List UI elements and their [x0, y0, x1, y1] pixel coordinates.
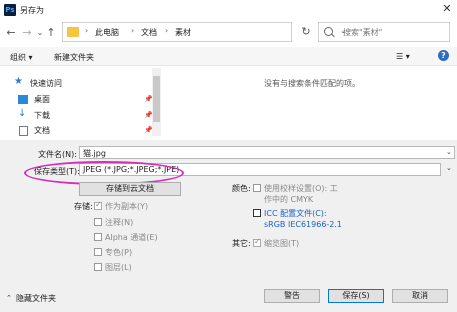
- breadcrumb-materials[interactable]: 素材: [175, 27, 191, 38]
- thumbnail-checkbox[interactable]: [253, 237, 261, 247]
- desktop-icon: [18, 95, 28, 104]
- breadcrumb-documents[interactable]: 文档: [141, 27, 157, 38]
- proof-setup-label: 使用校样设置(O): 工: [264, 184, 338, 193]
- organize-menu[interactable]: 组织 ▾: [10, 52, 33, 63]
- download-icon: ↓: [18, 108, 27, 119]
- search-placeholder: 搜索"素材": [343, 28, 383, 37]
- search-box[interactable]: 搜索"素材": [318, 22, 450, 42]
- icc-profile-checkbox[interactable]: [253, 209, 261, 217]
- forward-button[interactable]: →: [20, 22, 34, 44]
- sidebar-item-label: 文档: [34, 126, 50, 135]
- folder-icon: [67, 27, 79, 37]
- cancel-button[interactable]: 取消: [392, 289, 448, 303]
- sidebar-scrollbar[interactable]: [152, 68, 161, 136]
- alpha-checkbox[interactable]: [94, 233, 102, 241]
- star-icon: ★: [14, 76, 23, 87]
- chevron-down-icon: ⌄: [446, 148, 452, 156]
- notes-label: 注释(N): [105, 218, 134, 227]
- filename-value: 猫.jpg: [83, 149, 106, 158]
- chevron-up-icon[interactable]: ⌃: [6, 294, 12, 302]
- notes-checkbox[interactable]: [94, 218, 102, 226]
- back-button[interactable]: ←: [4, 22, 18, 44]
- address-bar[interactable]: › 此电脑 › 文档 › 素材 ⌄: [62, 22, 346, 42]
- breadcrumb-separator: ›: [85, 26, 89, 35]
- sidebar-item-label: 桌面: [34, 95, 50, 104]
- sidebar-item-label: 快速访问: [30, 79, 62, 88]
- sidebar-item-desktop[interactable]: 桌面 📌: [14, 94, 154, 106]
- sidebar-item-downloads[interactable]: ↓ 下载 📌: [14, 108, 154, 122]
- layers-checkbox[interactable]: [94, 263, 102, 271]
- command-bar: 组织 ▾ 新建文件夹 ☰ ▾ ?: [0, 47, 457, 66]
- icc-profile-name: sRGB IEC61966-2.1: [264, 220, 343, 229]
- sidebar-item-label: 下载: [34, 111, 50, 120]
- hide-folders-button[interactable]: 隐藏文件夹: [16, 293, 56, 304]
- empty-folder-message: 没有与搜索条件匹配的项。: [264, 79, 360, 88]
- refresh-button[interactable]: ↻: [297, 22, 315, 42]
- save-button[interactable]: 保存(S): [328, 289, 384, 303]
- other-label: 其它:: [232, 239, 251, 248]
- scrollbar-thumb[interactable]: [153, 76, 160, 122]
- thumbnail-label: 缩览图(T): [264, 239, 300, 248]
- sidebar-item-quick-access[interactable]: ★ 快速访问: [14, 76, 154, 90]
- view-options-button[interactable]: ☰ ▾: [396, 52, 410, 61]
- filename-input[interactable]: 猫.jpg ⌄: [79, 146, 455, 159]
- color-label: 颜色:: [232, 184, 251, 193]
- spot-color-label: 专色(P): [105, 248, 133, 257]
- as-copy-checkbox[interactable]: [94, 200, 102, 210]
- proof-setup-label-line2: 作中的 CMYK: [264, 195, 314, 204]
- title-bar: Ps 另存为 ✕: [0, 0, 457, 20]
- save-label: 存储:: [74, 202, 93, 211]
- sidebar-item-documents[interactable]: 文档 📌: [14, 125, 154, 137]
- new-folder-button[interactable]: 新建文件夹: [54, 52, 94, 63]
- close-button[interactable]: ✕: [440, 2, 454, 16]
- search-icon: [324, 27, 333, 36]
- window-title: 另存为: [20, 6, 44, 15]
- warning-button[interactable]: 警告: [264, 289, 320, 303]
- breadcrumb-separator: ›: [131, 26, 135, 35]
- spot-color-checkbox[interactable]: [94, 248, 102, 256]
- filename-label: 文件名(N):: [38, 150, 77, 159]
- help-icon[interactable]: ?: [438, 50, 449, 61]
- document-icon: [19, 126, 28, 136]
- breadcrumb-separator: ›: [165, 26, 169, 35]
- chevron-down-icon[interactable]: ⌄: [446, 164, 452, 172]
- up-button[interactable]: ↑: [44, 22, 58, 44]
- icc-profile-label: ICC 配置文件(C):: [264, 209, 327, 218]
- alpha-label: Alpha 通道(E): [105, 233, 158, 242]
- save-to-cloud-button[interactable]: 存储到云文档: [79, 182, 181, 196]
- proof-setup-checkbox[interactable]: [253, 184, 261, 192]
- breadcrumb-this-pc[interactable]: 此电脑: [95, 27, 119, 38]
- layers-label: 图层(L): [105, 263, 132, 272]
- photoshop-icon: Ps: [4, 4, 16, 16]
- as-copy-label: 作为副本(Y): [105, 202, 149, 211]
